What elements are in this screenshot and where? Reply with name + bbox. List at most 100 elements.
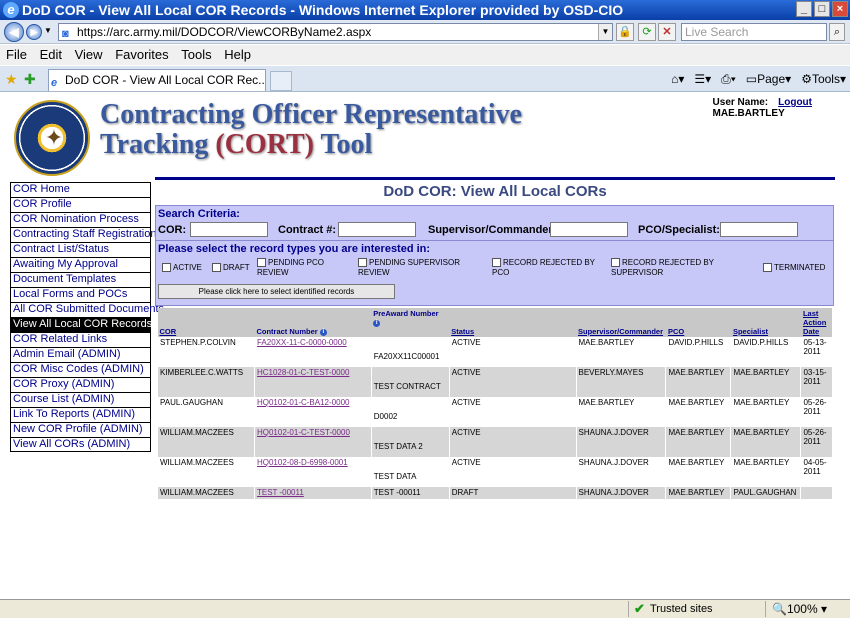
nav-cor-proxy[interactable]: COR Proxy (ADMIN) (10, 377, 151, 392)
nav-new-cor-profile[interactable]: New COR Profile (ADMIN) (10, 422, 151, 437)
cell-cor: WILLIAM.MACZEES (157, 487, 255, 499)
cell-pco: MAE.BARTLEY (665, 367, 731, 397)
side-nav: COR Home COR Profile COR Nomination Proc… (10, 182, 164, 452)
forward-button[interactable]: ▶ (26, 24, 42, 40)
url-field[interactable]: ◙ https://arc.army.mil/DODCOR/ViewCORByN… (58, 23, 613, 41)
nav-course-list[interactable]: Course List (ADMIN) (10, 392, 151, 407)
zoom-control[interactable]: 🔍100% ▾ (772, 600, 827, 618)
checkbox-draft[interactable]: DRAFT (212, 263, 250, 273)
tools-menu[interactable]: ⚙Tools▾ (801, 70, 846, 88)
col-supervisor-label[interactable]: Supervisor/Commander (578, 327, 663, 336)
col-preaward-number[interactable]: PreAward Number i (371, 308, 450, 337)
table-row: PAUL.GAUGHAN HQ0102-01-C-BA12-0000 D0002… (157, 397, 832, 427)
col-pco[interactable]: PCO (665, 308, 731, 337)
cell-contract-link[interactable]: HC1028-01-C-TEST-0000 (253, 367, 372, 397)
browser-tab[interactable]: e DoD COR - View All Local COR Rec... (48, 69, 266, 91)
nav-local-forms-pocs[interactable]: Local Forms and POCs (10, 287, 151, 302)
checkbox-box[interactable] (212, 263, 221, 273)
menu-favorites[interactable]: Favorites (115, 45, 168, 65)
nav-awaiting-my-approval[interactable]: Awaiting My Approval (10, 257, 151, 272)
security-zone[interactable]: ✔ Trusted sites (634, 600, 713, 618)
page-menu[interactable]: ▭Page▾ (746, 70, 791, 88)
print-icon[interactable]: ⎙▾ (721, 70, 736, 88)
nav-view-all-cors[interactable]: View All CORs (ADMIN) (10, 437, 151, 452)
nav-admin-email[interactable]: Admin Email (ADMIN) (10, 347, 151, 362)
nav-contracting-staff-registration[interactable]: Contracting Staff Registration (10, 227, 156, 242)
maximize-button[interactable]: □ (814, 1, 830, 17)
menu-help[interactable]: Help (224, 45, 251, 65)
add-favorites-icon[interactable]: ✚ (24, 71, 36, 88)
search-icon[interactable]: ⌕ (829, 23, 845, 41)
live-search-input[interactable]: Live Search (681, 23, 827, 41)
pco-input[interactable] (720, 222, 798, 237)
checkbox-box[interactable] (162, 263, 171, 273)
cell-contract-link[interactable]: TEST -00011 (253, 487, 372, 499)
back-button[interactable]: ◀ (4, 22, 24, 42)
select-records-button[interactable]: Please click here to select identified r… (158, 284, 395, 299)
col-last-action-date[interactable]: Last Action Date (800, 308, 832, 337)
cell-pco: MAE.BARTLEY (665, 457, 731, 487)
col-preaward-label[interactable]: PreAward Number (373, 309, 438, 318)
nav-link-to-reports[interactable]: Link To Reports (ADMIN) (10, 407, 151, 422)
favorites-star-icon[interactable]: ★ (5, 71, 18, 88)
cell-contract-link[interactable]: FA20XX-11-C-0000-0000 (253, 337, 372, 367)
supervisor-input[interactable] (550, 222, 628, 237)
checkbox-pending-supervisor[interactable]: PENDING SUPERVISOR REVIEW (358, 258, 478, 278)
lock-icon[interactable]: 🔒 (616, 23, 634, 41)
col-specialist-label[interactable]: Specialist (733, 327, 768, 336)
col-status-label[interactable]: Status (451, 327, 474, 336)
cor-input[interactable] (190, 222, 268, 237)
col-contract-label[interactable]: Contract Number (256, 327, 317, 336)
close-button[interactable]: × (832, 1, 848, 17)
url-dropdown-icon[interactable]: ▼ (598, 24, 612, 40)
col-cor[interactable]: COR (157, 308, 255, 337)
nav-all-cor-submitted-documents[interactable]: All COR Submitted Documents (10, 302, 164, 317)
cell-preaward: TEST CONTRACT (370, 367, 450, 397)
checkbox-terminated[interactable]: TERMINATED (763, 263, 825, 273)
col-contract-number[interactable]: Contract Number i (254, 308, 372, 337)
info-icon[interactable]: i (319, 328, 327, 336)
cell-contract-link[interactable]: HQ0102-01-C-TEST-0000 (253, 427, 372, 457)
col-pco-label[interactable]: PCO (668, 327, 684, 336)
security-zone-label: Trusted sites (650, 603, 713, 615)
menu-file[interactable]: File (6, 45, 27, 65)
nav-cor-profile[interactable]: COR Profile (10, 197, 151, 212)
checkbox-active[interactable]: ACTIVE (162, 263, 202, 273)
col-supervisor[interactable]: Supervisor/Commander (576, 308, 666, 337)
history-dropdown-icon[interactable]: ▼ (44, 26, 52, 35)
checkbox-box[interactable] (763, 263, 772, 273)
nav-cor-home[interactable]: COR Home (10, 182, 151, 197)
checkbox-box[interactable] (492, 258, 501, 268)
home-icon[interactable]: ⌂▾ (671, 70, 684, 88)
checkbox-box[interactable] (257, 258, 266, 268)
new-tab-button[interactable] (270, 71, 292, 91)
col-specialist[interactable]: Specialist (730, 308, 801, 337)
checkbox-pending-pco[interactable]: PENDING PCO REVIEW (257, 258, 347, 278)
checkbox-box[interactable] (358, 258, 367, 268)
stop-icon[interactable]: ✕ (658, 23, 676, 41)
nav-contract-list-status[interactable]: Contract List/Status (10, 242, 151, 257)
menu-edit[interactable]: Edit (40, 45, 62, 65)
checkbox-rejected-pco[interactable]: RECORD REJECTED BY PCO (492, 258, 607, 278)
menu-view[interactable]: View (75, 45, 103, 65)
feeds-icon[interactable]: ☰▾ (694, 70, 711, 88)
menu-tools[interactable]: Tools (181, 45, 211, 65)
col-status[interactable]: Status (449, 308, 576, 337)
minimize-button[interactable]: _ (796, 1, 812, 17)
logout-link[interactable]: Logout (778, 97, 812, 108)
checkbox-rejected-supervisor[interactable]: RECORD REJECTED BY SUPERVISOR (611, 258, 731, 278)
contract-input[interactable] (338, 222, 416, 237)
nav-cor-misc-codes[interactable]: COR Misc Codes (ADMIN) (10, 362, 151, 377)
col-cor-label[interactable]: COR (160, 327, 177, 336)
col-last-action-label[interactable]: Last Action Date (803, 309, 826, 336)
checkbox-draft-label: DRAFT (223, 263, 250, 272)
nav-document-templates[interactable]: Document Templates (10, 272, 151, 287)
checkbox-box[interactable] (611, 258, 620, 268)
nav-cor-related-links[interactable]: COR Related Links (10, 332, 151, 347)
nav-view-all-local-cor-records[interactable]: View All Local COR Records (10, 317, 152, 332)
refresh-icon[interactable]: ⟳ (638, 23, 656, 41)
nav-cor-nomination-process[interactable]: COR Nomination Process (10, 212, 151, 227)
info-icon[interactable]: i (373, 319, 381, 327)
cell-contract-link[interactable]: HQ0102-01-C-BA12-0000 (253, 397, 372, 427)
cell-contract-link[interactable]: HQ0102-08-D-6998-0001 (253, 457, 372, 487)
